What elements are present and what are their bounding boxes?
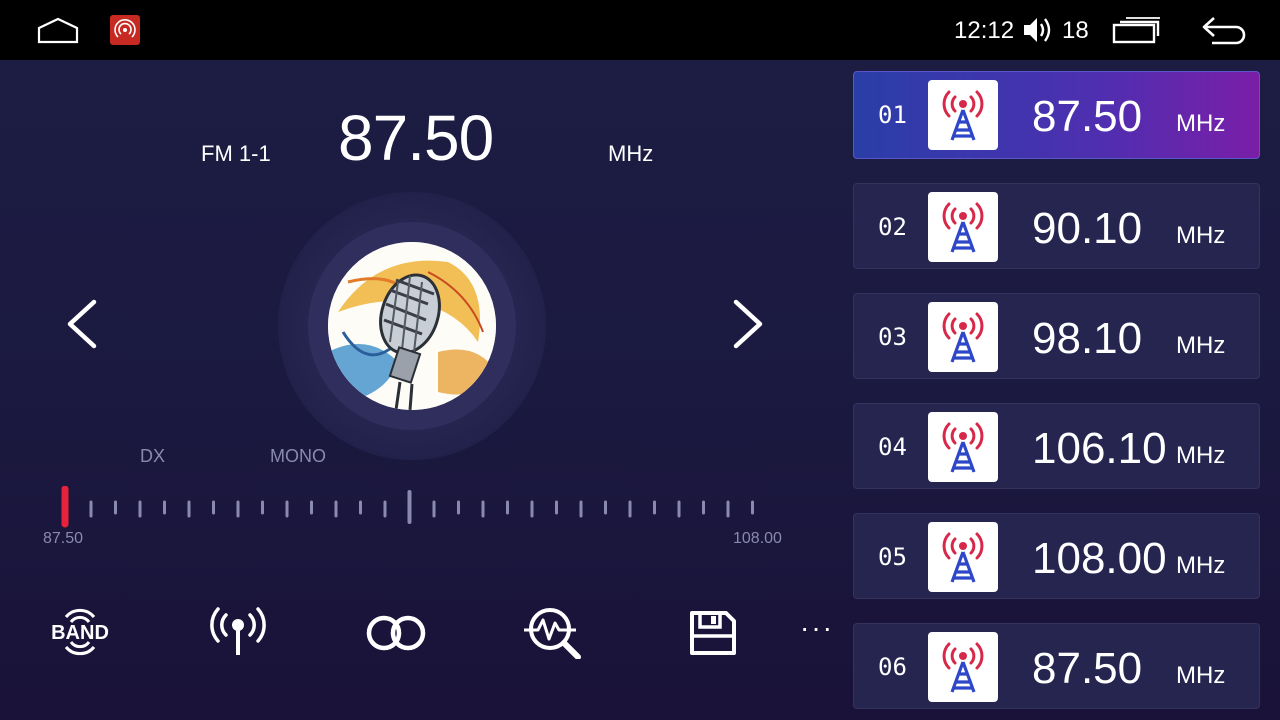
prev-station-button[interactable] xyxy=(60,296,104,352)
radio-tower-icon xyxy=(928,80,998,150)
scale-max-label: 108.00 xyxy=(733,530,782,547)
radio-tower-icon xyxy=(928,192,998,262)
radio-tower-icon xyxy=(928,632,998,702)
preset-item-03[interactable]: 03 98.10 MHz xyxy=(853,293,1260,379)
frequency-unit: MHz xyxy=(608,141,654,166)
preset-frequency: 87.50 xyxy=(1032,644,1143,693)
dx-indicator[interactable]: DX xyxy=(140,446,165,467)
band-button-label: BAND xyxy=(51,622,109,644)
next-station-button[interactable] xyxy=(726,296,770,352)
preset-frequency: 98.10 xyxy=(1032,314,1143,363)
preset-frequency: 90.10 xyxy=(1032,204,1143,253)
scale-min-label: 87.50 xyxy=(43,530,84,547)
preset-unit: MHz xyxy=(1176,222,1226,249)
tuning-scale[interactable] xyxy=(55,485,775,528)
preset-item-01[interactable]: 01 87.50 MHz xyxy=(853,71,1260,159)
antenna-icon[interactable] xyxy=(202,600,274,662)
preset-number: 05 xyxy=(878,543,907,571)
volume-level: 18 xyxy=(1062,17,1089,44)
home-icon[interactable] xyxy=(36,16,80,44)
band-button[interactable]: BAND xyxy=(44,600,116,662)
recent-apps-icon[interactable] xyxy=(1112,16,1162,44)
preset-number: 01 xyxy=(878,101,907,129)
radio-tower-icon xyxy=(928,412,998,482)
radio-tower-icon xyxy=(928,522,998,592)
preset-unit: MHz xyxy=(1176,332,1226,359)
preset-unit: MHz xyxy=(1176,442,1226,469)
band-label: FM 1-1 xyxy=(201,141,271,166)
preset-frequency: 108.00 xyxy=(1032,534,1167,583)
preset-item-02[interactable]: 02 90.10 MHz xyxy=(853,183,1260,269)
mono-indicator[interactable]: MONO xyxy=(270,446,326,467)
microphone-artwork xyxy=(328,242,496,410)
clock: 12:12 xyxy=(954,17,1015,44)
back-icon[interactable] xyxy=(1200,14,1252,46)
preset-frequency: 106.10 xyxy=(1032,424,1167,473)
preset-number: 02 xyxy=(878,213,907,241)
preset-item-04[interactable]: 04 106.10 MHz xyxy=(853,403,1260,489)
more-button[interactable]: ··· xyxy=(800,612,834,644)
radio-tower-icon xyxy=(928,302,998,372)
stereo-icon[interactable] xyxy=(360,600,432,662)
volume-icon[interactable] xyxy=(1022,15,1056,45)
status-bar: 12:12 18 xyxy=(0,0,1280,60)
current-frequency: 87.50 xyxy=(338,102,494,174)
preset-unit: MHz xyxy=(1176,662,1226,689)
preset-number: 03 xyxy=(878,323,907,351)
preset-item-05[interactable]: 05 108.00 MHz xyxy=(853,513,1260,599)
preset-unit: MHz xyxy=(1176,552,1226,579)
preset-item-06[interactable]: 06 87.50 MHz xyxy=(853,623,1260,709)
preset-number: 06 xyxy=(878,653,907,681)
preset-number: 04 xyxy=(878,433,907,461)
save-icon[interactable] xyxy=(676,600,748,662)
preset-unit: MHz xyxy=(1176,110,1226,137)
search-scan-icon[interactable] xyxy=(518,600,590,662)
radio-app-icon[interactable] xyxy=(110,15,140,45)
preset-frequency: 87.50 xyxy=(1032,92,1143,141)
